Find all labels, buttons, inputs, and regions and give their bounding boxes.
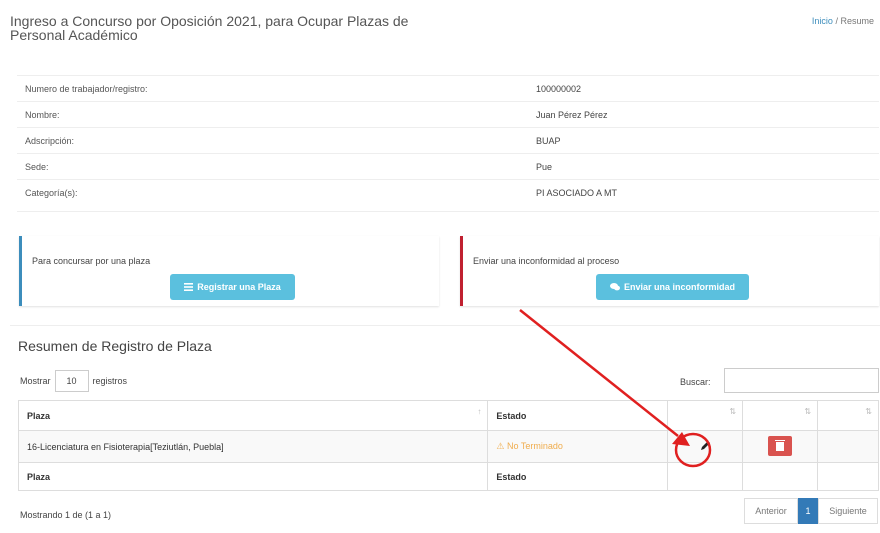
breadcrumb-separator: / [835,16,838,26]
table-header-row: Plaza ↑ Estado ⇅ ⇅ ⇅ [17,400,879,431]
column-header-delete[interactable]: ⇅ [742,400,819,431]
pagination: Anterior 1 Siguiente [744,498,878,524]
list-icon [184,283,194,291]
footer-estado: Estado [487,462,669,491]
plaza-cell: 16-Licenciatura en Fisioterapia[Teziutlá… [17,430,489,463]
page-length-select[interactable]: 10 [54,370,89,392]
footer-plaza: Plaza [17,462,489,491]
info-row-name: Nombre: Juan Pérez Pérez [17,102,879,128]
delete-cell [742,430,819,463]
info-value: 100000002 [536,84,582,94]
info-value: Pue [536,162,553,172]
pencil-icon [701,440,711,450]
register-plaza-label: Registrar una Plaza [197,282,281,292]
sort-icon: ⇅ [865,407,872,416]
info-row-site: Sede: Pue [17,154,879,180]
breadcrumb-current: Resume [840,16,874,26]
column-header-extra[interactable]: ⇅ [817,400,879,431]
info-value: PI ASOCIADO A MT [536,188,618,198]
register-plaza-button[interactable]: Registrar una Plaza [170,274,295,300]
search-input[interactable] [724,368,879,393]
sort-icon: ↑ [477,407,482,416]
info-label: Sede: [25,162,49,172]
table-info: Mostrando 1 de (1 a 1) [20,510,112,520]
show-label: Mostrar [20,376,51,386]
send-complaint-label: Enviar una inconformidad [623,282,735,292]
breadcrumb-home-link[interactable]: Inicio [812,16,833,26]
info-row-category: Categoría(s): PI ASOCIADO A MT [17,180,879,212]
register-plaza-text: Para concursar por una plaza [32,256,151,266]
section-divider [10,325,880,326]
edit-cell [667,430,744,463]
column-header-estado[interactable]: Estado [487,400,669,431]
info-label: Numero de trabajador/registro: [25,84,148,94]
page-length-control: Mostrar 10 registros [20,370,127,392]
breadcrumb: Inicio / Resume [812,16,874,26]
info-value: BUAP [536,136,561,146]
info-label: Nombre: [25,110,60,120]
table-footer-row: Plaza Estado [17,462,879,491]
page-title: Ingreso a Concurso por Oposición 2021, p… [10,13,409,43]
sort-icon: ⇅ [729,407,737,416]
complaint-card: Enviar una inconformidad al proceso Envi… [460,236,879,306]
info-row-adscription: Adscripción: BUAP [17,128,879,154]
column-header-plaza[interactable]: Plaza ↑ [17,400,489,431]
edit-button[interactable] [698,439,712,453]
register-plaza-card: Para concursar por una plaza Registrar u… [19,236,439,306]
column-header-edit[interactable]: ⇅ [667,400,744,431]
info-value: Juan Pérez Pérez [536,110,608,120]
extra-cell [817,430,879,463]
status-text: No Terminado [506,441,563,451]
pagination-previous[interactable]: Anterior [744,498,798,524]
section-title: Resumen de Registro de Plaza [18,338,212,354]
pagination-page-1[interactable]: 1 [798,498,818,524]
sort-icon: ⇅ [804,407,812,416]
info-row-worker-number: Numero de trabajador/registro: 100000002 [17,76,879,102]
info-label: Categoría(s): [25,188,78,198]
send-complaint-button[interactable]: Enviar una inconformidad [596,274,749,300]
plaza-table: Plaza ↑ Estado ⇅ ⇅ ⇅ 16-Licenciatura en F… [17,400,879,491]
comments-icon [609,283,620,291]
warning-icon: ⚠ [496,441,505,451]
complaint-text: Enviar una inconformidad al proceso [473,256,620,266]
worker-info-table: Numero de trabajador/registro: 100000002… [17,75,879,215]
search-label: Buscar: [680,377,711,387]
table-row: 16-Licenciatura en Fisioterapia[Teziutlá… [17,430,879,463]
info-label: Adscripción: [25,136,75,146]
pagination-next[interactable]: Siguiente [818,498,878,524]
records-label: registros [92,376,128,386]
status-cell: ⚠ No Terminado [487,430,669,463]
delete-button[interactable] [768,435,793,456]
